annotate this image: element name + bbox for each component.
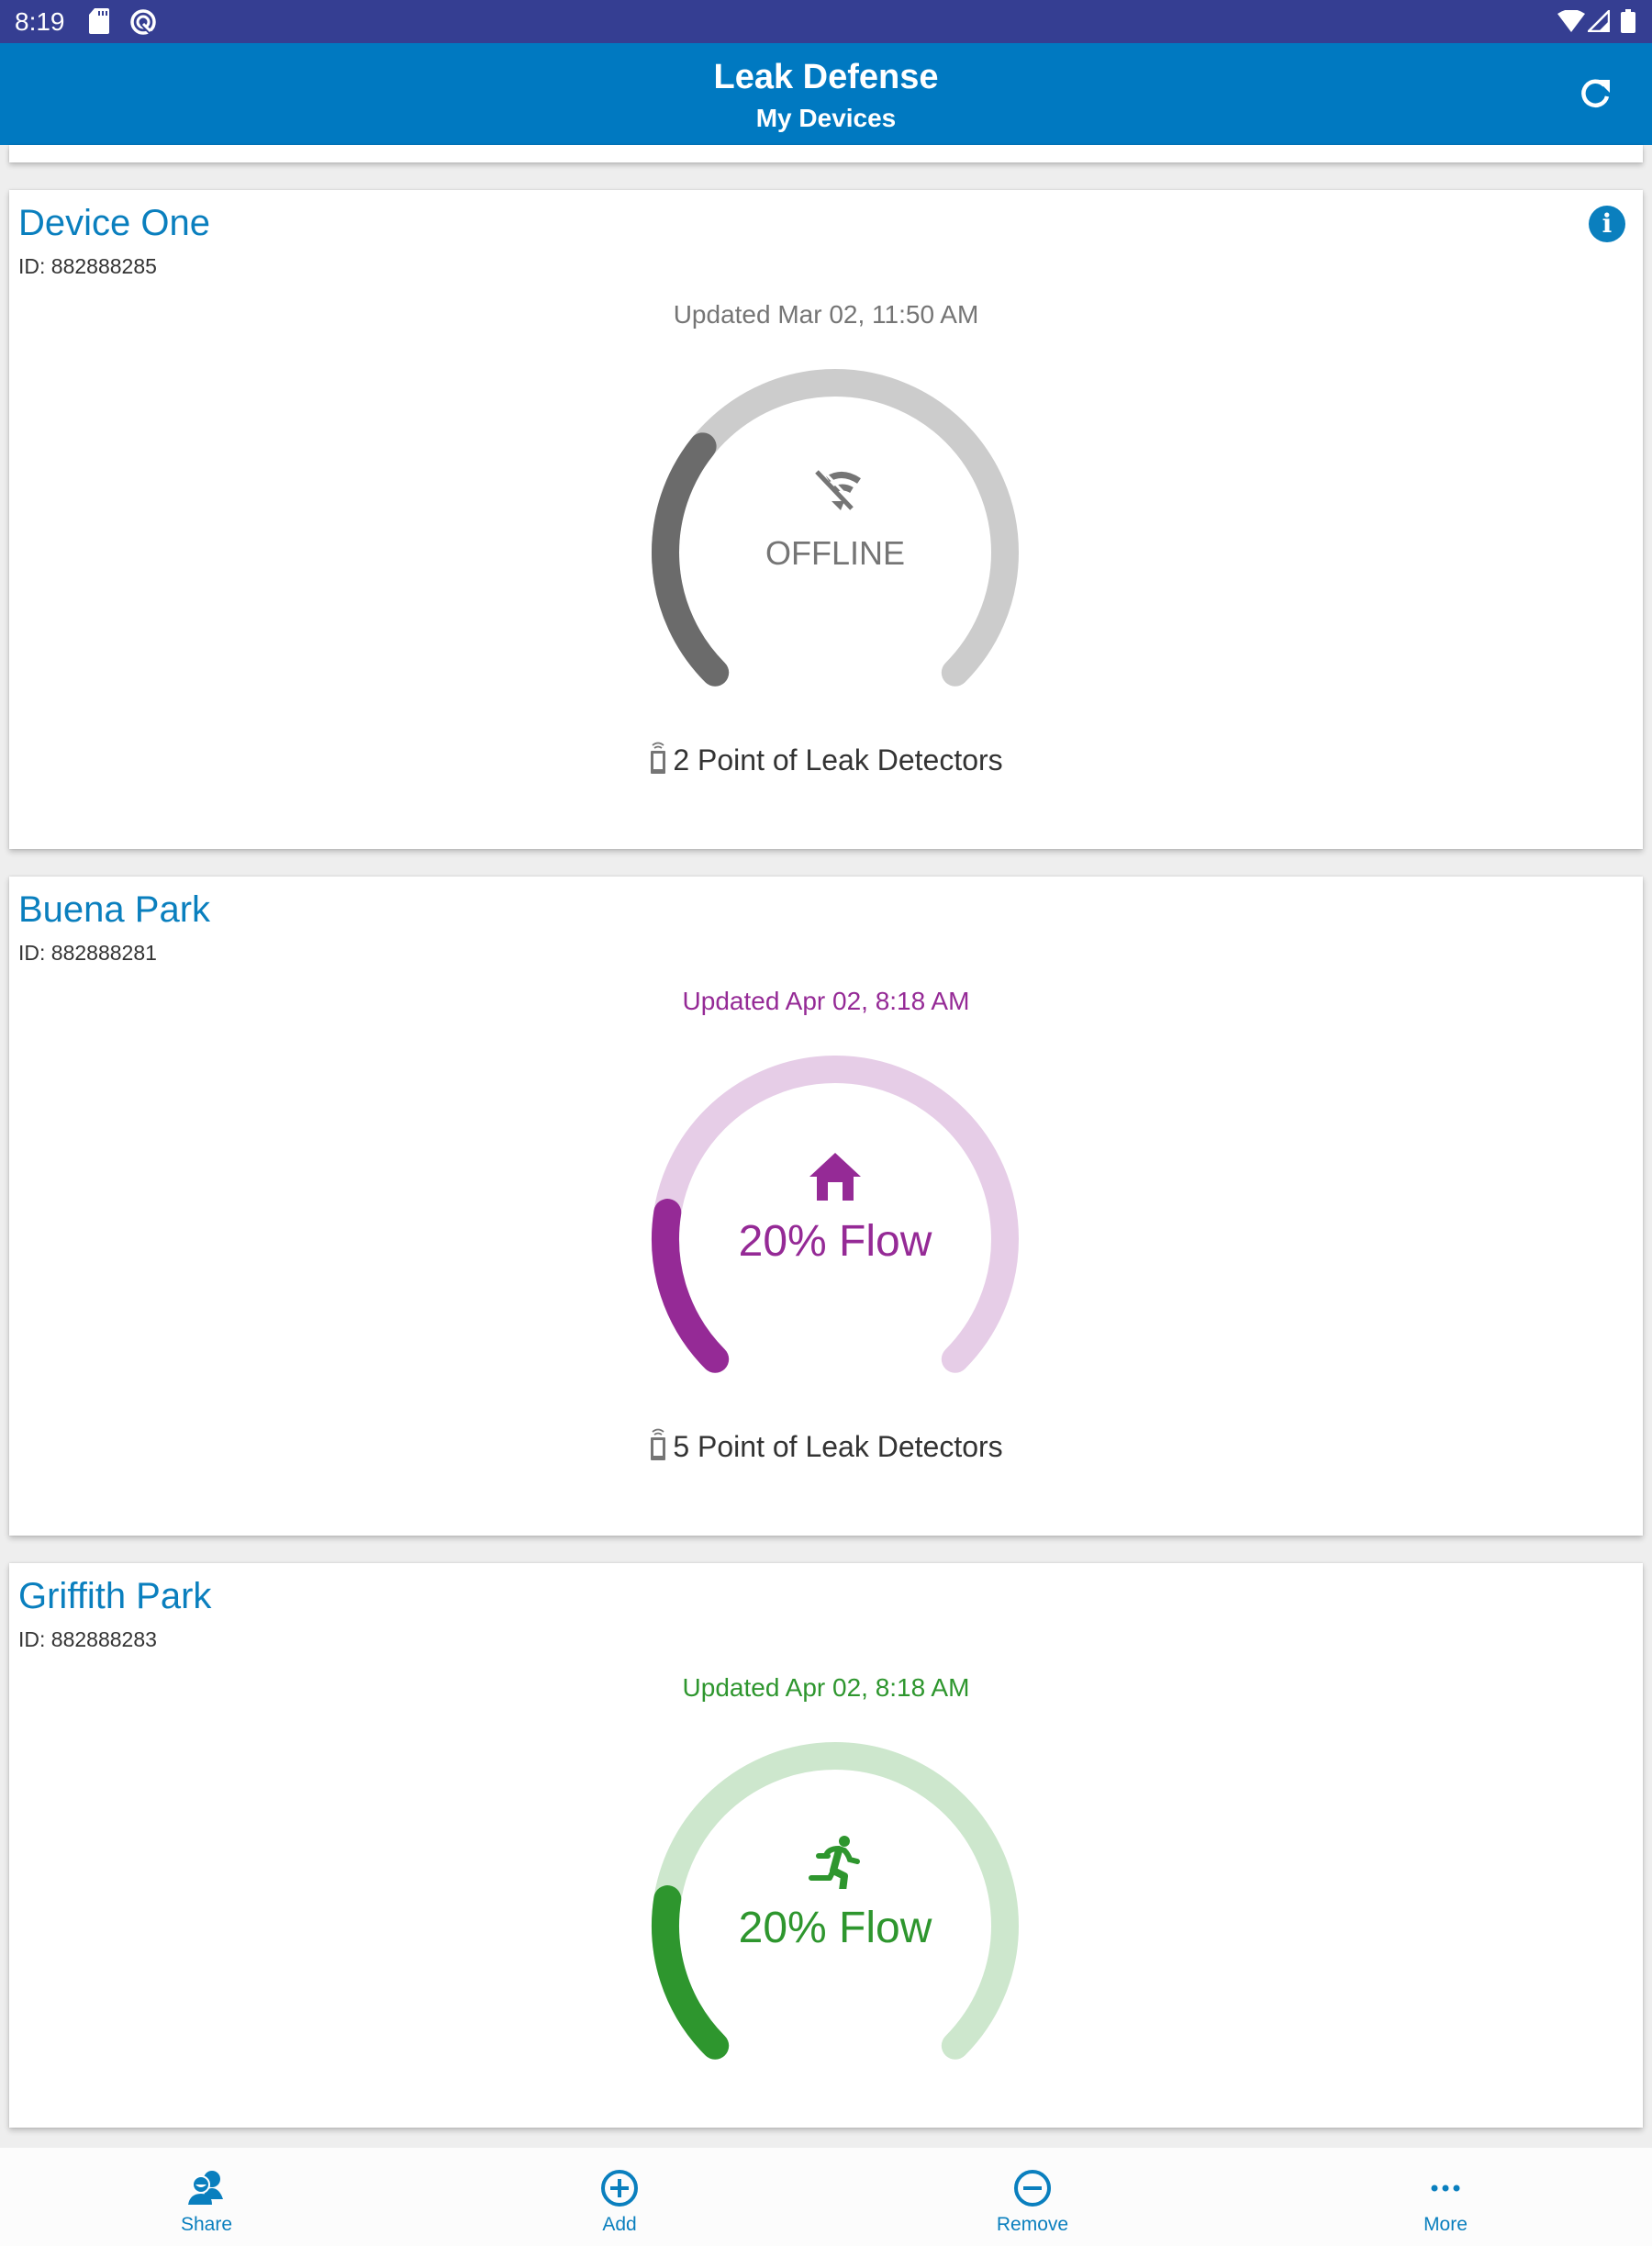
device-card[interactable]: Device One ID: 882888285 i Updated Mar 0… [9, 190, 1643, 849]
updated-timestamp: Updated Apr 02, 8:18 AM [682, 987, 970, 1015]
status-bar: 8:19 [0, 0, 1652, 43]
battery-icon [1621, 9, 1635, 38]
wifi-off-icon [808, 461, 863, 516]
gauge-status: 20% Flow [738, 1217, 932, 1266]
cell-signal-icon [1585, 7, 1611, 37]
app-header: Leak Defense My Devices [0, 43, 1652, 145]
app-title: Leak Defense [713, 58, 939, 96]
device-id: ID: 882888283 [18, 1627, 157, 1651]
more-button[interactable]: More [1354, 2148, 1537, 2246]
data-saver-icon [128, 7, 158, 41]
info-icon: i [1602, 208, 1613, 239]
leak-detectors-count[interactable]: 2 Point of Leak Detectors [9, 741, 1643, 781]
sd-card-icon [89, 8, 109, 39]
gauge-track [652, 369, 1019, 687]
gauge-track [652, 1742, 1019, 2060]
more-label: More [1423, 2214, 1468, 2235]
device-name[interactable]: Buena Park [18, 889, 210, 931]
leak-detectors-count[interactable]: 5 Point of Leak Detectors [9, 1427, 1643, 1468]
flow-gauge: 20% Flow [642, 1037, 1028, 1386]
device-card[interactable]: Griffith Park ID: 882888283 Updated Apr … [9, 1563, 1643, 2128]
home-icon [808, 1147, 863, 1202]
detector-phone-icon [649, 1427, 667, 1468]
refresh-icon [1581, 79, 1610, 107]
running-person-icon [808, 1834, 863, 1889]
device-name[interactable]: Device One [18, 203, 210, 244]
add-button[interactable]: Add [528, 2148, 711, 2246]
gauge-status: OFFLINE [765, 534, 905, 572]
device-id: ID: 882888281 [18, 941, 157, 965]
updated-timestamp: Updated Mar 02, 11:50 AM [673, 300, 979, 329]
share-users-icon [188, 2171, 223, 2205]
leak-detectors-label: 2 Point of Leak Detectors [673, 743, 1003, 777]
add-circle-icon [601, 2170, 638, 2207]
device-name[interactable]: Griffith Park [18, 1576, 211, 1617]
detector-phone-icon [649, 741, 667, 781]
info-button[interactable]: i [1589, 206, 1625, 242]
remove-button[interactable]: Remove [941, 2148, 1124, 2246]
wifi-icon [1557, 9, 1585, 37]
remove-label: Remove [996, 2214, 1069, 2235]
leak-detectors-label: 5 Point of Leak Detectors [673, 1430, 1003, 1463]
status-time: 8:19 [15, 7, 65, 36]
flow-gauge: OFFLINE [642, 351, 1028, 699]
share-label: Share [180, 2214, 233, 2235]
refresh-button[interactable] [1575, 73, 1615, 114]
device-id: ID: 882888285 [18, 254, 157, 278]
bottom-nav: Share Add Remove More [0, 2148, 1652, 2246]
add-label: Add [602, 2214, 637, 2235]
more-dots-icon [1431, 2185, 1460, 2192]
device-card[interactable]: Buena Park ID: 882888281 Updated Apr 02,… [9, 877, 1643, 1536]
device-card-partial [9, 145, 1643, 162]
share-button[interactable]: Share [115, 2148, 298, 2246]
remove-circle-icon [1014, 2170, 1051, 2207]
updated-timestamp: Updated Apr 02, 8:18 AM [682, 1673, 970, 1702]
page-subtitle: My Devices [755, 104, 897, 132]
gauge-track [652, 1056, 1019, 1373]
gauge-status: 20% Flow [738, 1904, 932, 1952]
flow-gauge: 20% Flow [642, 1724, 1028, 2073]
